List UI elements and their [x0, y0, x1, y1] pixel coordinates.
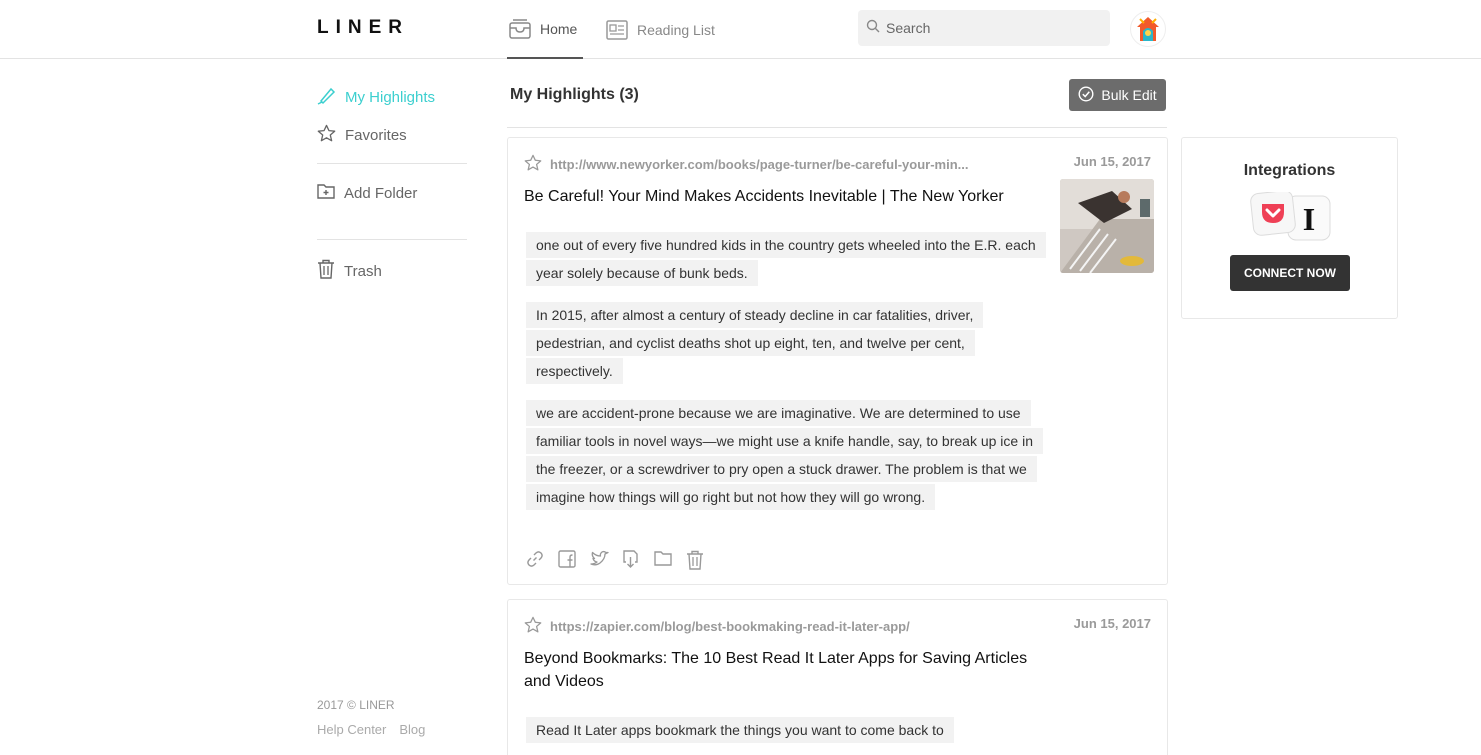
highlight-text[interactable]: we are accident-prone because we are ima… — [526, 399, 1043, 511]
svg-text:I: I — [1303, 201, 1315, 237]
avatar[interactable] — [1130, 11, 1166, 47]
inbox-icon — [509, 18, 531, 39]
page-title: My Highlights (3) — [510, 86, 639, 103]
avatar-image — [1137, 17, 1159, 41]
sidebar-item-favorites[interactable]: Favorites — [317, 124, 407, 147]
card-url-row: https://zapier.com/blog/best-bookmaking-… — [524, 616, 910, 637]
star-icon — [317, 124, 336, 147]
sidebar-item-label: My Highlights — [345, 89, 436, 106]
trash-icon[interactable] — [686, 550, 704, 570]
blog-link[interactable]: Blog — [399, 722, 425, 737]
integrations-panel: Integrations I CONNECT NOW — [1181, 137, 1398, 319]
bulk-edit-label: Bulk Edit — [1101, 87, 1157, 103]
card-date: Jun 15, 2017 — [1073, 154, 1151, 169]
sidebar-divider — [317, 239, 467, 240]
highlighter-icon — [317, 86, 336, 109]
top-bar: LINER Home Reading List — [0, 0, 1481, 59]
check-circle-icon — [1078, 85, 1094, 105]
card-date: Jun 15, 2017 — [1073, 616, 1151, 631]
highlight-text[interactable]: Read It Later apps bookmark the things y… — [526, 716, 1042, 744]
download-icon[interactable] — [622, 550, 640, 568]
card-url[interactable]: http://www.newyorker.com/books/page-turn… — [550, 157, 968, 172]
sidebar-item-trash[interactable]: Trash — [317, 259, 382, 283]
integrations-title: Integrations — [1243, 162, 1336, 179]
bulk-edit-button[interactable]: Bulk Edit — [1069, 79, 1166, 111]
tab-home[interactable]: Home — [507, 0, 583, 59]
trash-icon — [317, 259, 335, 283]
reading-list-icon — [606, 19, 628, 40]
card-url-row: http://www.newyorker.com/books/page-turn… — [524, 154, 968, 175]
card-actions — [526, 550, 704, 570]
highlight-text[interactable]: In 2015, after almost a century of stead… — [526, 301, 1042, 385]
pocket-icon — [1250, 190, 1296, 236]
sidebar-item-my-highlights[interactable]: My Highlights — [317, 86, 435, 109]
card-title[interactable]: Be Careful! Your Mind Makes Accidents In… — [524, 185, 1044, 208]
help-center-link[interactable]: Help Center — [317, 722, 386, 737]
star-icon[interactable] — [524, 616, 542, 637]
highlight-text[interactable]: one out of every five hundred kids in th… — [526, 231, 1046, 287]
search-box[interactable] — [858, 10, 1110, 46]
twitter-icon[interactable] — [590, 550, 609, 568]
integrations-icons: I — [1250, 190, 1334, 242]
tab-home-label: Home — [540, 20, 578, 37]
footer-links: Help Center Blog — [317, 722, 425, 737]
highlight-card: http://www.newyorker.com/books/page-turn… — [507, 137, 1168, 585]
search-icon — [866, 19, 880, 38]
star-icon[interactable] — [524, 154, 542, 175]
card-title[interactable]: Beyond Bookmarks: The 10 Best Read It La… — [524, 647, 1044, 693]
liner-logo[interactable]: LINER — [317, 17, 409, 39]
sidebar-item-label: Trash — [344, 262, 382, 280]
sidebar-item-label: Add Folder — [344, 184, 418, 202]
sidebar: My Highlights Favorites Add Folder Trash… — [317, 59, 467, 755]
tab-reading-list[interactable]: Reading List — [606, 0, 715, 59]
sidebar-item-add-folder[interactable]: Add Folder — [317, 183, 417, 203]
integration-app-icons: I — [1250, 190, 1331, 241]
article-thumbnail — [1060, 179, 1154, 273]
highlight-card: https://zapier.com/blog/best-bookmaking-… — [507, 599, 1168, 755]
main-divider — [507, 127, 1167, 128]
search-input[interactable] — [886, 20, 1096, 36]
tab-reading-list-label: Reading List — [637, 21, 715, 38]
link-icon[interactable] — [526, 550, 544, 568]
sidebar-item-label: Favorites — [345, 127, 407, 144]
connect-now-button[interactable]: CONNECT NOW — [1230, 255, 1350, 291]
add-folder-icon — [317, 183, 335, 203]
copyright-text: 2017 © LINER — [317, 698, 395, 712]
card-url[interactable]: https://zapier.com/blog/best-bookmaking-… — [550, 619, 910, 634]
folder-icon[interactable] — [654, 550, 672, 568]
facebook-icon[interactable] — [558, 550, 576, 568]
sidebar-divider — [317, 163, 467, 164]
